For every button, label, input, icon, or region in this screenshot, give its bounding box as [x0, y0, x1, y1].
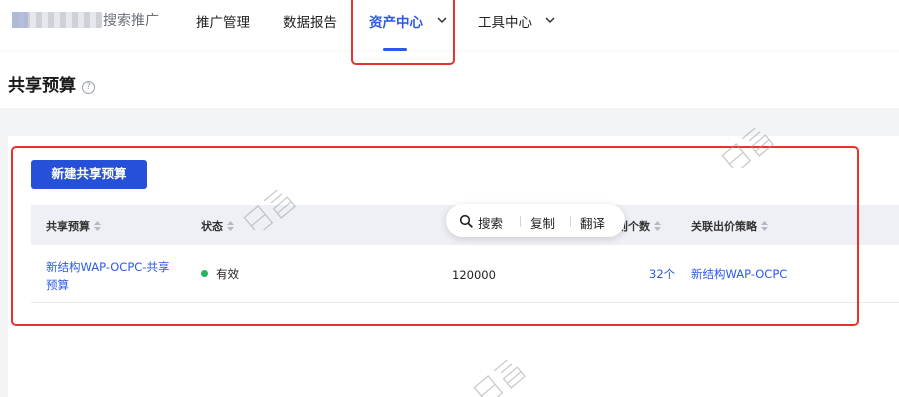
nav-item-label: 推广管理: [196, 15, 250, 31]
chevron-down-icon: [545, 17, 555, 24]
search-icon: [459, 214, 473, 228]
nav-item-label: 数据报告: [283, 15, 337, 31]
nav-item-label: 工具中心: [478, 15, 532, 31]
question-circle-icon[interactable]: ?: [82, 81, 95, 94]
translate-action[interactable]: 翻译: [580, 213, 605, 232]
brand-name: 搜索推广: [103, 13, 159, 29]
highlight-box-nav: [351, 0, 455, 65]
highlight-box-card: [11, 146, 859, 326]
separator: [570, 216, 571, 227]
separator: [520, 216, 521, 227]
nav-item-tool-center[interactable]: 工具中心: [478, 11, 556, 31]
page-title: 共享预算?: [8, 71, 95, 96]
watermark-icon: [473, 360, 526, 397]
watermark-icon: [243, 190, 296, 230]
nav-item-data-report[interactable]: 数据报告: [283, 11, 337, 31]
nav-item-promotion-management[interactable]: 推广管理: [196, 11, 250, 31]
copy-action[interactable]: 复制: [530, 213, 555, 232]
search-action[interactable]: 搜索: [478, 213, 503, 232]
left-gutter: [0, 108, 8, 397]
logo-mark-icon: [12, 12, 28, 28]
watermark-icon: [721, 128, 774, 168]
text-selection-toolbar: 搜索 复制 翻译: [446, 204, 625, 237]
page-title-text: 共享预算: [8, 76, 76, 96]
